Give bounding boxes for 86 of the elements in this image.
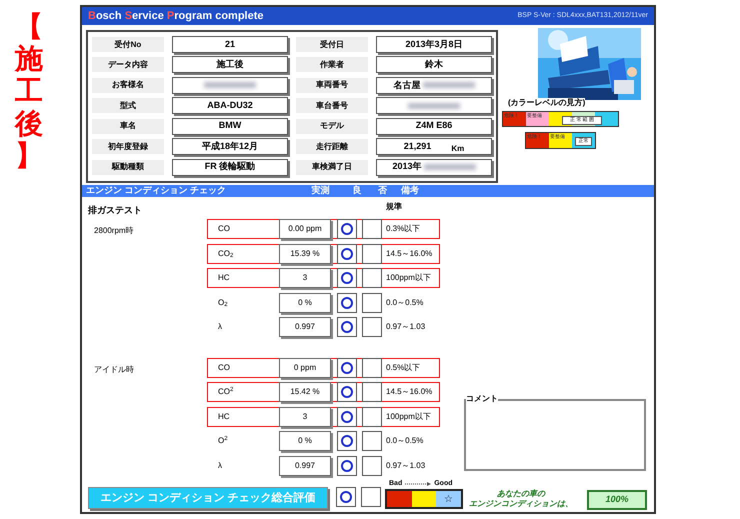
- test-title: 排ガステスト: [88, 204, 143, 216]
- section-title: エンジン コンディション チェック: [85, 184, 228, 198]
- item-label: CO$_{2}$: [217, 248, 234, 260]
- field-label: 初年度登録: [92, 139, 164, 154]
- message-text: あなたの車の: [497, 489, 545, 499]
- field-value: 21: [172, 36, 288, 53]
- field-label: 駆動種類: [92, 160, 164, 175]
- standard-heading: 規準: [386, 201, 402, 213]
- field-value: 鈴木: [376, 56, 492, 74]
- measured-value: 0 %: [279, 431, 331, 452]
- standard-text: 100ppm以下: [386, 410, 431, 423]
- standard-text: 0.97～1.03: [386, 460, 426, 472]
- comment-label: コメント: [466, 393, 498, 405]
- item-label: HC: [217, 272, 231, 284]
- field-value: 名古屋: [376, 76, 492, 94]
- field-label: 車検満了日: [296, 160, 368, 175]
- field-label: 作業者: [296, 57, 368, 72]
- standard-text: 0.97～1.03: [386, 321, 426, 334]
- circle-mark-icon: [340, 491, 352, 503]
- field-label: 型式: [92, 98, 164, 114]
- field-value: ABA-DU32: [172, 97, 288, 114]
- field-label: 受付日: [296, 37, 368, 52]
- field-label: 受付No: [92, 37, 164, 52]
- circle-mark-icon: [341, 321, 353, 334]
- score-box: 100%: [587, 490, 647, 510]
- stamp-title: 【施工後】: [13, 10, 44, 173]
- item-label: O$_{2}$: [217, 296, 229, 309]
- standard-text: 0.3%以下: [386, 223, 420, 236]
- field-value: Z4M E86: [376, 118, 492, 135]
- standard-text: 14.5～16.0%: [386, 248, 432, 260]
- measured-value: 15.42 %: [279, 382, 331, 402]
- column-header: 備考: [400, 184, 419, 198]
- measured-value: 0 %: [279, 292, 331, 313]
- circle-mark-icon: [341, 460, 353, 472]
- item-label: CO: [217, 223, 231, 236]
- field-value: 施工後: [172, 56, 288, 74]
- measured-value: 0.997: [279, 317, 331, 338]
- standard-text: 0.0～0.5%: [386, 435, 424, 448]
- field-value: BMW: [172, 118, 288, 135]
- standard-text: 0.0～0.5%: [386, 296, 424, 309]
- message-text: エンジンコンディションは、: [469, 499, 573, 509]
- column-header: 良: [352, 184, 362, 198]
- field-value: FR 後輪駆動: [172, 158, 288, 176]
- measured-value: 3: [279, 406, 331, 427]
- item-label: λ: [217, 460, 223, 472]
- circle-mark-icon: [341, 223, 353, 236]
- standard-text: 100ppm以下: [386, 272, 431, 284]
- circle-mark-icon: [341, 386, 353, 398]
- column-header: 否: [377, 184, 388, 198]
- item-label: HC: [217, 410, 231, 423]
- field-label: 車名: [92, 118, 164, 134]
- measured-value: 0.00 ppm: [279, 219, 331, 240]
- field-label: モデル: [296, 118, 368, 134]
- overall-evaluation-button[interactable]: エンジン コンディション チェック総合評価: [88, 487, 328, 509]
- field-value: 21,291 Km: [376, 138, 492, 156]
- field-value: 平成18年12月: [172, 138, 288, 156]
- circle-mark-icon: [341, 362, 353, 374]
- standard-text: 0.5%以下: [386, 362, 420, 374]
- legend-title: (カラーレベルの見方): [508, 98, 586, 107]
- field-value: 2013年: [376, 158, 492, 176]
- circle-mark-icon: [341, 410, 353, 423]
- item-label: λ: [217, 321, 223, 334]
- field-label: 車台番号: [296, 98, 368, 114]
- field-value: 2013年3月8日: [376, 36, 492, 53]
- circle-mark-icon: [341, 435, 353, 448]
- group-label: 2800rpm時: [94, 226, 134, 236]
- standard-text: 14.5～16.0%: [386, 386, 432, 398]
- column-header: 実測: [310, 184, 330, 198]
- measured-value: 0 ppm: [279, 358, 331, 378]
- circle-mark-icon: [341, 296, 353, 309]
- group-label: アイドル時: [94, 364, 134, 374]
- circle-mark-icon: [341, 248, 353, 260]
- field-label: お客様名: [92, 78, 164, 93]
- circle-mark-icon: [341, 272, 353, 284]
- scale-arrow-icon: [405, 482, 432, 486]
- star-mark: ☆: [444, 492, 454, 506]
- field-label: 走行距離: [296, 139, 368, 154]
- item-label: CO: [217, 362, 231, 374]
- measured-value: 0.997: [279, 456, 331, 476]
- measured-value: 3: [279, 268, 331, 288]
- measured-value: 15.39 %: [279, 244, 331, 264]
- item-label: O$^{2}$: [217, 435, 229, 448]
- app-title: Bosch Service Program complete: [88, 8, 264, 24]
- field-label: 車両番号: [296, 78, 368, 93]
- field-label: データ内容: [92, 57, 164, 72]
- item-label: CO$^{2}$: [217, 386, 234, 398]
